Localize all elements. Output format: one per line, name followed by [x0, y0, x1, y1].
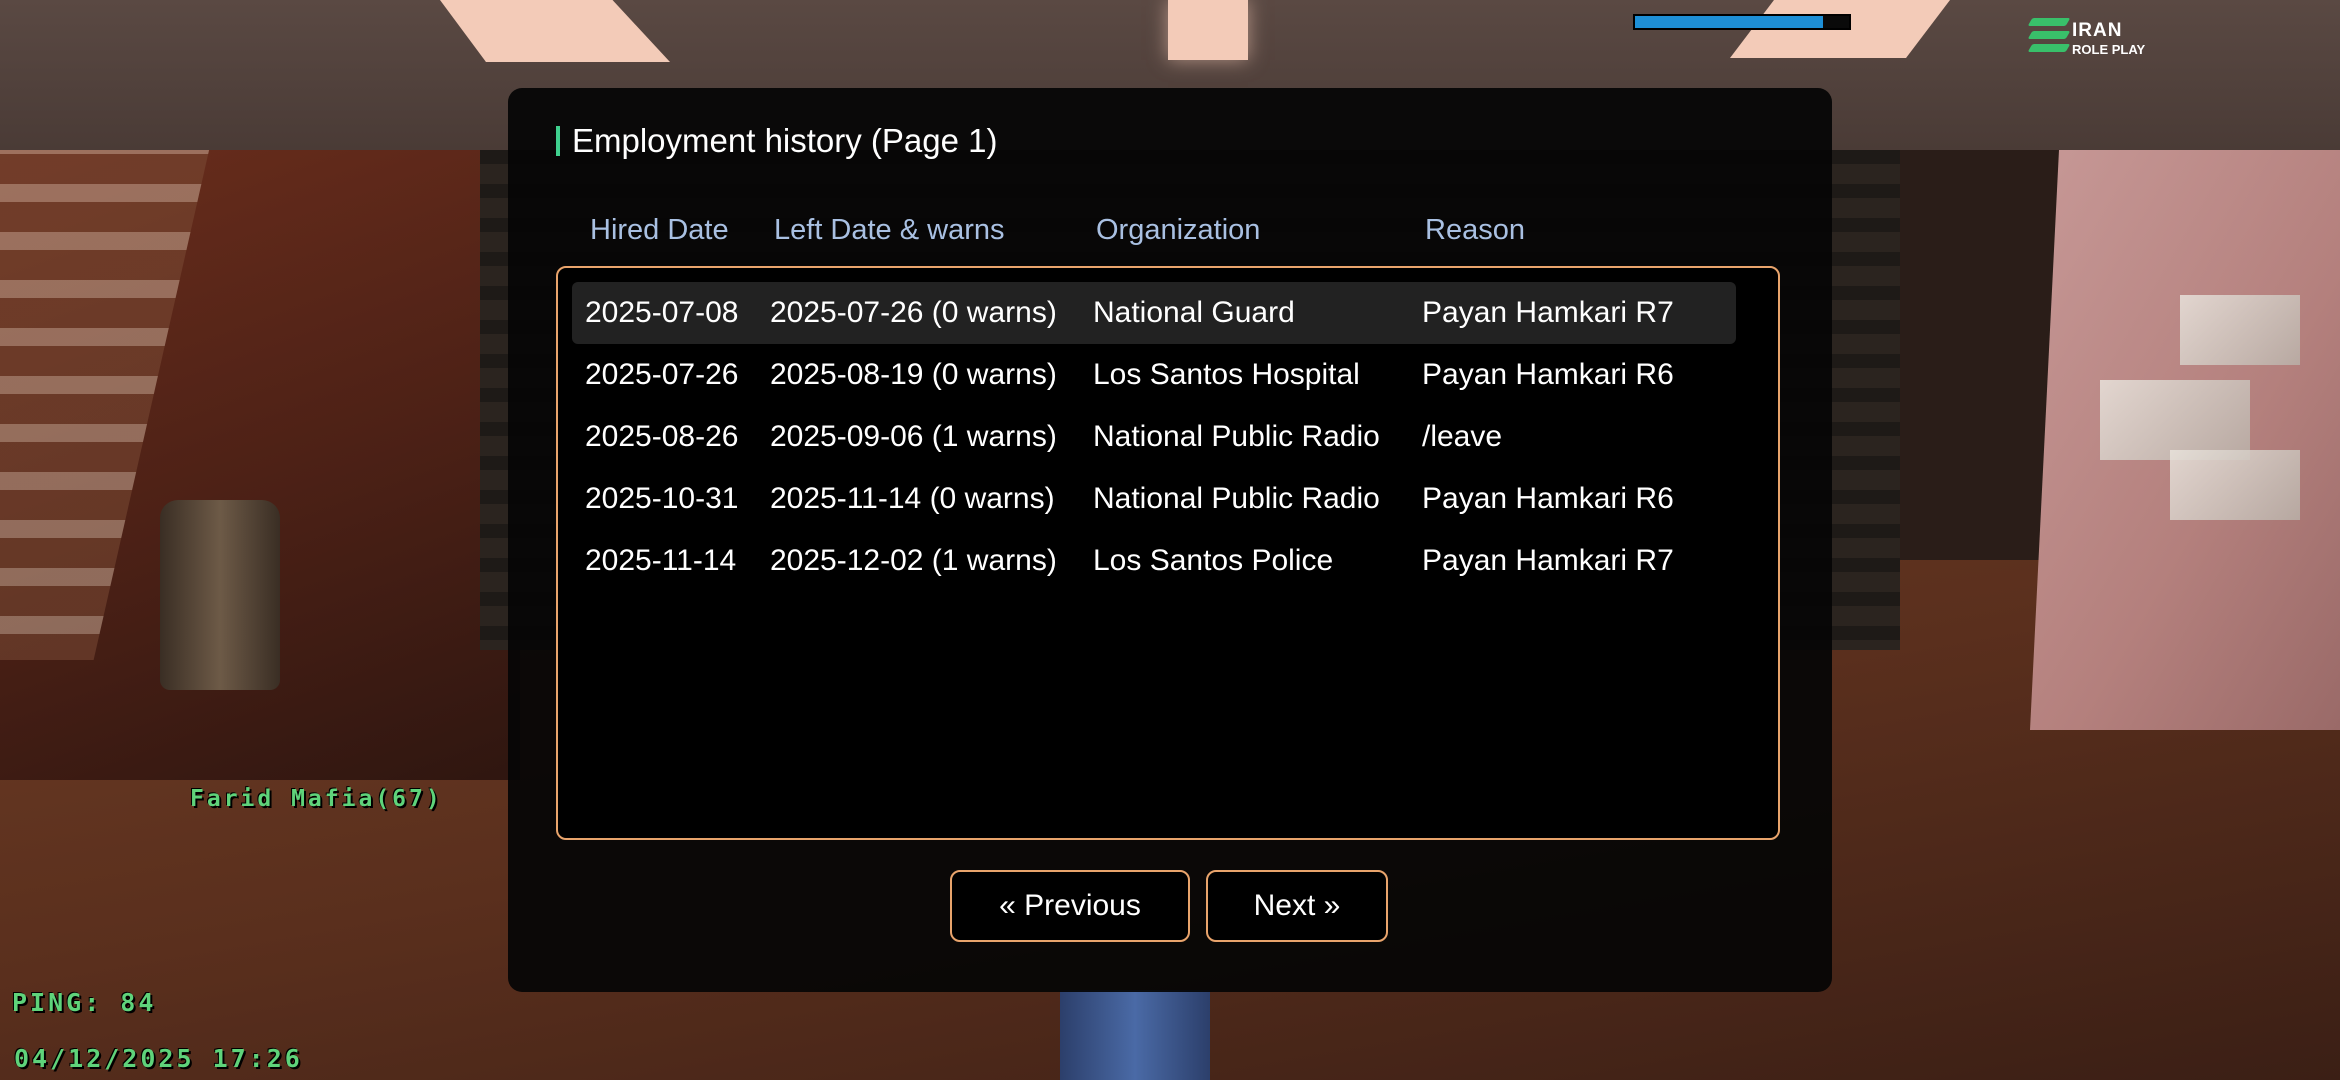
- cell-reason: Payan Hamkari R7: [1422, 296, 1674, 329]
- cell-hired-date: 2025-10-31: [585, 482, 739, 515]
- player-name-tag: Farid Mafia(67): [190, 786, 443, 812]
- cell-organization: Los Santos Hospital: [1093, 358, 1360, 391]
- cell-left-date: 2025-07-26 (0 warns): [770, 296, 1057, 329]
- next-page-button[interactable]: Next »: [1206, 870, 1388, 942]
- jar: [160, 500, 280, 690]
- logo-stripes-icon: [2027, 18, 2071, 58]
- marble-tile: [2100, 380, 2250, 460]
- list-row[interactable]: 2025-07-26 2025-08-19 (0 warns) Los Sant…: [572, 344, 1736, 406]
- history-list[interactable]: 2025-07-08 2025-07-26 (0 warns) National…: [556, 266, 1780, 840]
- health-bar: [1633, 14, 1851, 30]
- logo-text-top: IRAN: [2072, 20, 2123, 41]
- header-organization: Organization: [1096, 214, 1261, 246]
- list-row[interactable]: 2025-08-26 2025-09-06 (1 warns) National…: [572, 406, 1736, 468]
- dialog-title: Employment history (Page 1): [572, 122, 998, 159]
- cell-organization: National Public Radio: [1093, 482, 1380, 515]
- cell-left-date: 2025-11-14 (0 warns): [770, 482, 1055, 515]
- header-hired-date: Hired Date: [590, 214, 729, 246]
- title-accent-bar: [556, 126, 560, 156]
- date-time-readout: 04/12/2025 17:26: [14, 1044, 303, 1073]
- cell-organization: National Guard: [1093, 296, 1295, 329]
- cell-left-date: 2025-12-02 (1 warns): [770, 544, 1057, 577]
- right-wall: [2030, 110, 2340, 730]
- marble-tile: [2180, 295, 2300, 365]
- player-character: [1060, 990, 1210, 1080]
- cell-organization: Los Santos Police: [1093, 544, 1334, 577]
- list-row[interactable]: 2025-07-08 2025-07-26 (0 warns) National…: [572, 282, 1736, 344]
- cell-hired-date: 2025-11-14: [585, 544, 737, 577]
- employment-history-dialog: Employment history (Page 1) Hired Date L…: [508, 88, 1832, 992]
- cell-reason: /leave: [1422, 420, 1503, 453]
- list-row[interactable]: 2025-10-31 2025-11-14 (0 warns) National…: [572, 468, 1736, 530]
- logo-text-bottom: ROLE PLAY: [2072, 42, 2146, 57]
- header-reason: Reason: [1425, 214, 1525, 246]
- cell-organization: National Public Radio: [1093, 420, 1380, 453]
- cell-left-date: 2025-09-06 (1 warns): [770, 420, 1057, 453]
- server-logo: IRAN ROLE PLAY: [2027, 14, 2170, 60]
- cell-reason: Payan Hamkari R7: [1422, 544, 1674, 577]
- cell-reason: Payan Hamkari R6: [1422, 358, 1674, 391]
- cell-left-date: 2025-08-19 (0 warns): [770, 358, 1057, 391]
- marble-tile: [2170, 450, 2300, 520]
- header-left-date: Left Date & warns: [774, 214, 1005, 246]
- cell-hired-date: 2025-08-26: [585, 420, 739, 453]
- list-row[interactable]: 2025-11-14 2025-12-02 (1 warns) Los Sant…: [572, 530, 1736, 592]
- cell-hired-date: 2025-07-08: [585, 296, 739, 329]
- health-bar-fill: [1635, 16, 1824, 28]
- cell-reason: Payan Hamkari R6: [1422, 482, 1674, 515]
- column-headers: Hired Date Left Date & warns Organizatio…: [508, 214, 1832, 254]
- previous-page-button[interactable]: « Previous: [950, 870, 1190, 942]
- cell-hired-date: 2025-07-26: [585, 358, 739, 391]
- ping-readout: PING: 84: [12, 988, 157, 1017]
- ceiling-light: [1168, 0, 1248, 60]
- ceiling-light: [440, 0, 670, 62]
